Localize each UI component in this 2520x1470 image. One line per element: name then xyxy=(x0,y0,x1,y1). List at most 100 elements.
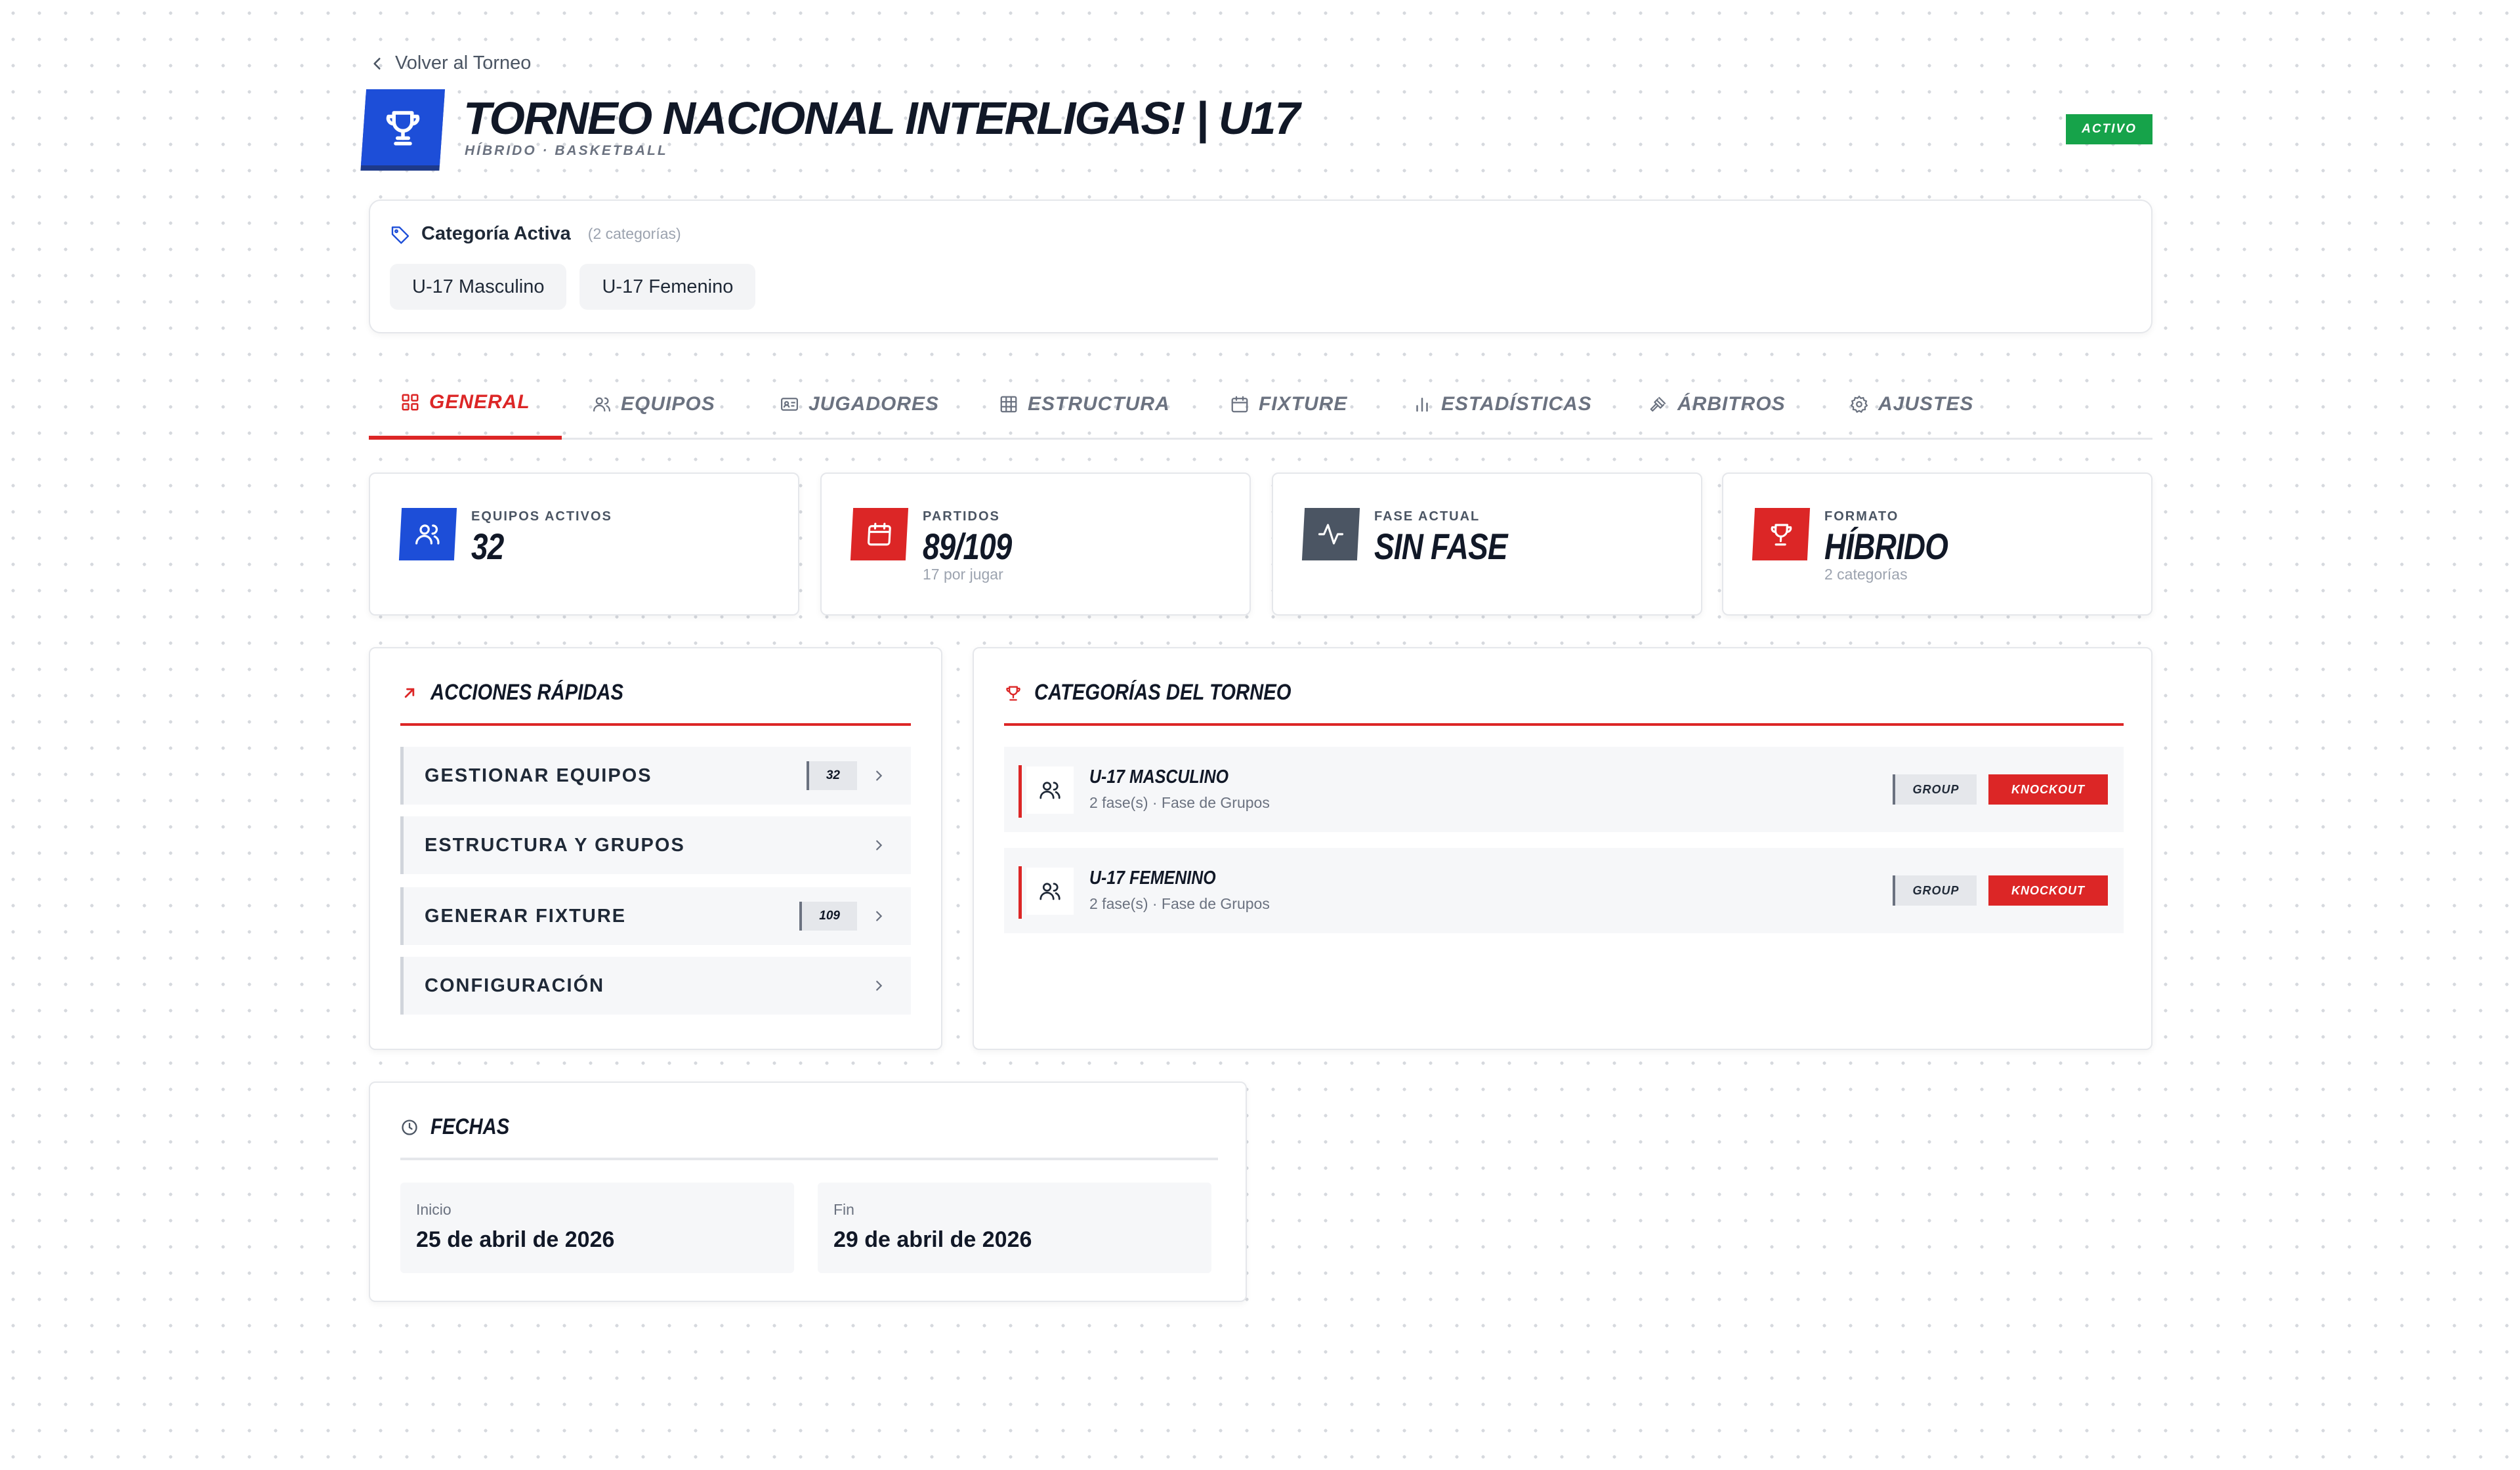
clock-icon xyxy=(402,1119,417,1135)
gavel-icon xyxy=(1650,396,1666,412)
grid-icon xyxy=(402,394,419,411)
stat-card-partidos: PARTIDOS 89/109 17 por jugar xyxy=(820,472,1251,616)
start-date-value: 25 de abril de 2026 xyxy=(416,1227,615,1252)
tournament-categories-panel: CATEGORÍAS DEL TORNEO U-17 MASCULINO 2 f… xyxy=(973,647,2152,1050)
stat-value: SIN FASE xyxy=(1374,526,1508,567)
calendar-icon xyxy=(1231,396,1248,413)
section-divider xyxy=(400,1158,1218,1160)
phase-tag-knockout: KNOCKOUT xyxy=(1988,774,2108,805)
tab-label: ESTADÍSTICAS xyxy=(1441,393,1592,415)
category-label: Categoría Activa xyxy=(421,223,571,244)
stat-value: 89/109 xyxy=(923,526,1012,567)
category-icon-box xyxy=(1026,766,1074,814)
stat-card-formato: FORMATO HÍBRIDO 2 categorías xyxy=(1722,472,2152,616)
section-divider xyxy=(1004,723,2124,726)
category-description: 2 fase(s) · Fase de Grupos xyxy=(1089,895,1270,912)
table-icon xyxy=(1000,396,1017,413)
category-row-u17-femenino[interactable]: U-17 FEMENINO 2 fase(s) · Fase de Grupos… xyxy=(1004,848,2124,933)
category-name: U-17 FEMENINO xyxy=(1089,868,1216,889)
stat-icon-box xyxy=(398,508,457,560)
category-name: U-17 MASCULINO xyxy=(1089,766,1229,788)
stat-card-equipos: EQUIPOS ACTIVOS 32 xyxy=(369,472,799,616)
page-subtitle: HÍBRIDO · BASKETBALL xyxy=(465,143,668,158)
users-icon xyxy=(1040,883,1060,900)
tab-estructura[interactable]: ESTRUCTURA xyxy=(999,369,1170,440)
users-icon xyxy=(593,397,611,412)
category-row-u17-masculino[interactable]: U-17 MASCULINO 2 fase(s) · Fase de Grupo… xyxy=(1004,747,2124,832)
trophy-icon xyxy=(1771,524,1792,546)
tab-jugadores[interactable]: JUGADORES xyxy=(780,369,939,440)
chevron-right-icon xyxy=(876,911,883,921)
tournament-logo xyxy=(360,89,446,165)
back-link-label: Volver al Torneo xyxy=(395,52,532,74)
stat-label: FORMATO xyxy=(1824,509,1899,524)
category-count: (2 categorías) xyxy=(587,225,681,242)
dates-panel: FECHAS Inicio 25 de abril de 2026 Fin 29… xyxy=(369,1082,1247,1302)
chevron-right-icon xyxy=(876,980,883,991)
calendar-icon xyxy=(868,522,891,546)
end-date-value: 29 de abril de 2026 xyxy=(833,1227,1032,1252)
end-date-box: Fin 29 de abril de 2026 xyxy=(818,1183,1211,1273)
section-title-text: ACCIONES RÁPIDAS xyxy=(430,680,624,705)
stat-icon-box xyxy=(1301,508,1360,560)
quick-action-generar-fixture[interactable]: GENERAR FIXTURE 109 xyxy=(400,887,911,945)
section-title-text: CATEGORÍAS DEL TORNEO xyxy=(1034,680,1292,705)
category-chip-u17-masculino[interactable]: U-17 Masculino xyxy=(390,264,567,310)
count-badge: 32 xyxy=(806,761,857,790)
stat-sub: 17 por jugar xyxy=(923,566,1003,583)
stat-label: FASE ACTUAL xyxy=(1374,509,1480,524)
tab-label: JUGADORES xyxy=(808,393,940,415)
tab-arbitros[interactable]: ÁRBITROS xyxy=(1648,369,1786,440)
tab-label: EQUIPOS xyxy=(621,393,715,415)
quick-action-label: GENERAR FIXTURE xyxy=(425,905,627,927)
tournament-header: TORNEO NACIONAL INTERLIGAS! | U17 HÍBRID… xyxy=(360,88,2152,172)
tab-label: AJUSTES xyxy=(1878,393,1974,415)
users-icon xyxy=(415,524,440,545)
section-title: ACCIONES RÁPIDAS xyxy=(400,680,655,705)
stat-icon-box xyxy=(1752,508,1811,560)
phase-tag-group: GROUP xyxy=(1893,875,1977,906)
tab-equipos[interactable]: EQUIPOS xyxy=(592,369,715,440)
stat-value: 32 xyxy=(471,526,504,567)
tab-ajustes[interactable]: AJUSTES xyxy=(1849,369,1973,440)
category-description: 2 fase(s) · Fase de Grupos xyxy=(1089,794,1270,811)
quick-action-configuracion[interactable]: CONFIGURACIÓN xyxy=(400,957,911,1015)
chevron-left-icon xyxy=(373,57,381,70)
category-header: Categoría Activa (2 categorías) xyxy=(390,223,681,245)
quick-action-estructura-grupos[interactable]: ESTRUCTURA Y GRUPOS xyxy=(400,816,911,874)
chevron-right-icon xyxy=(876,840,883,850)
bar-chart-icon xyxy=(1416,398,1428,412)
quick-action-gestionar-equipos[interactable]: GESTIONAR EQUIPOS 32 xyxy=(400,747,911,805)
stat-icon-box xyxy=(850,508,909,560)
category-chip-u17-femenino[interactable]: U-17 Femenino xyxy=(579,264,756,310)
category-selector: Categoría Activa (2 categorías) U-17 Mas… xyxy=(369,200,2152,333)
back-link[interactable]: Volver al Torneo xyxy=(369,52,531,74)
status-badge: ACTIVO xyxy=(2066,114,2152,144)
chevron-right-icon xyxy=(876,770,883,781)
tab-label: ÁRBITROS xyxy=(1677,393,1786,415)
trophy-icon xyxy=(1006,686,1020,701)
count-badge: 109 xyxy=(799,902,857,931)
gear-icon xyxy=(1850,395,1868,413)
category-icon-box xyxy=(1026,868,1074,915)
tab-label: FIXTURE xyxy=(1259,393,1348,415)
tab-estadisticas[interactable]: ESTADÍSTICAS xyxy=(1412,369,1592,440)
tag-icon xyxy=(391,226,410,244)
tab-fixture[interactable]: FIXTURE xyxy=(1230,369,1347,440)
category-accent-bar xyxy=(1018,866,1022,919)
tab-general[interactable]: GENERAL xyxy=(369,369,562,440)
quick-actions-panel: ACCIONES RÁPIDAS GESTIONAR EQUIPOS 32 ES… xyxy=(369,647,942,1050)
trophy-icon xyxy=(386,111,420,146)
tab-label: GENERAL xyxy=(429,391,530,413)
id-card-icon xyxy=(781,398,798,411)
stat-label: EQUIPOS ACTIVOS xyxy=(471,509,612,524)
section-title: FECHAS xyxy=(400,1114,522,1140)
phase-tag-group: GROUP xyxy=(1893,774,1977,805)
quick-action-label: GESTIONAR EQUIPOS xyxy=(425,765,652,786)
arrow-up-right-icon xyxy=(404,688,415,698)
start-date-label: Inicio xyxy=(416,1201,452,1218)
tab-bar: GENERAL EQUIPOS JUGADORES ESTRUCTURA FIX… xyxy=(369,369,2152,440)
stat-value: HÍBRIDO xyxy=(1824,526,1948,567)
quick-action-label: CONFIGURACIÓN xyxy=(425,975,605,996)
section-title: CATEGORÍAS DEL TORNEO xyxy=(1004,680,1333,705)
